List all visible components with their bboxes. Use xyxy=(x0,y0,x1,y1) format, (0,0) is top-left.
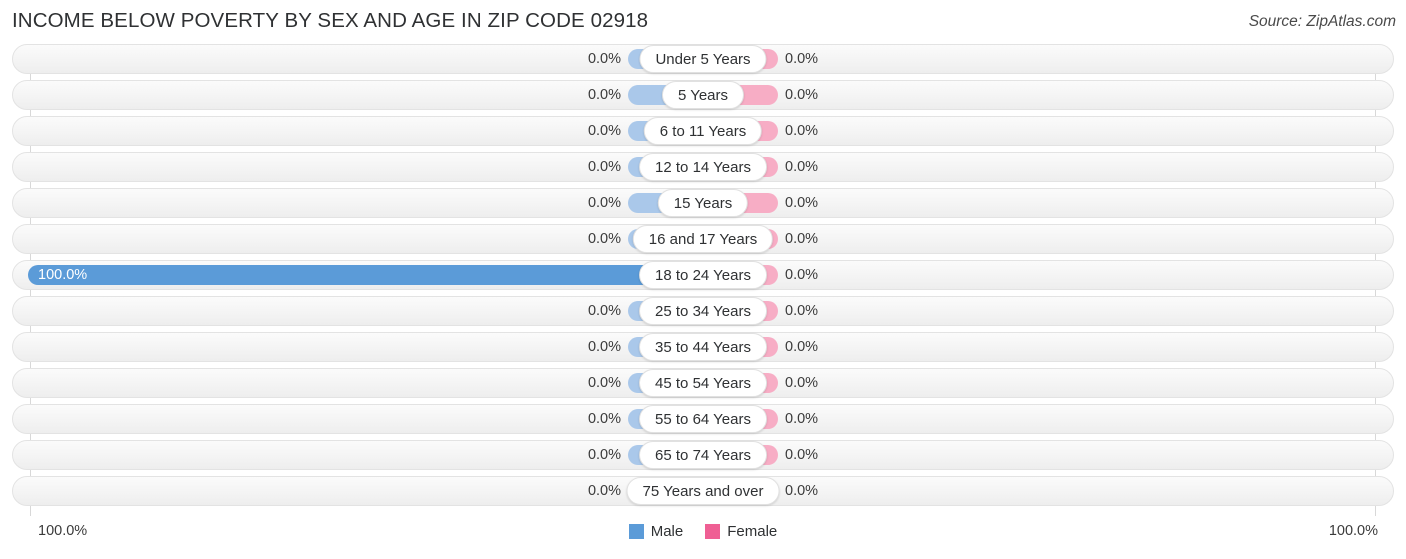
male-value-label: 0.0% xyxy=(587,375,621,391)
age-group-label: 15 Years xyxy=(657,189,749,217)
table-row: 0.0%0.0%0.0%5 Years xyxy=(0,80,1406,110)
male-value-label: 0.0% xyxy=(587,339,621,355)
table-row: 0.0%0.0%0.0%6 to 11 Years xyxy=(0,116,1406,146)
female-value-label: 0.0% xyxy=(785,267,819,283)
source-attribution: Source: ZipAtlas.com xyxy=(1248,13,1396,30)
male-value-label: 0.0% xyxy=(587,447,621,463)
table-row: 0.0%0.0%0.0%35 to 44 Years xyxy=(0,332,1406,362)
chart-legend: Male Female xyxy=(0,523,1406,540)
age-group-label: 12 to 14 Years xyxy=(639,153,767,181)
legend-swatch-icon xyxy=(705,524,721,539)
legend-item[interactable]: Female xyxy=(705,523,777,540)
table-row: 0.0%0.0%0.0%12 to 14 Years xyxy=(0,152,1406,182)
age-group-label: 25 to 34 Years xyxy=(639,297,767,325)
male-value-label: 0.0% xyxy=(587,123,621,139)
male-bar-inline-label: 100.0% xyxy=(38,267,88,283)
female-value-label: 0.0% xyxy=(785,375,819,391)
age-group-label: 16 and 17 Years xyxy=(632,225,774,253)
chart-header: INCOME BELOW POVERTY BY SEX AND AGE IN Z… xyxy=(0,0,1406,42)
table-row: 100.0%100.0%0.0%18 to 24 Years xyxy=(0,260,1406,290)
female-value-label: 0.0% xyxy=(785,123,819,139)
legend-item[interactable]: Male xyxy=(628,523,684,540)
female-value-label: 0.0% xyxy=(785,447,819,463)
age-group-label: 65 to 74 Years xyxy=(639,441,767,469)
female-value-label: 0.0% xyxy=(785,303,819,319)
legend-swatch-icon xyxy=(628,524,644,539)
age-group-label: 75 Years and over xyxy=(626,477,780,505)
legend-label: Male xyxy=(650,523,684,540)
age-group-label: 18 to 24 Years xyxy=(639,261,767,289)
age-group-label: 45 to 54 Years xyxy=(639,369,767,397)
female-value-label: 0.0% xyxy=(785,159,819,175)
female-value-label: 0.0% xyxy=(785,483,819,499)
chart-footer: 100.0% 100.0% Male Female xyxy=(0,520,1406,550)
male-value-label: 0.0% xyxy=(587,483,621,499)
chart-rows: 0.0% 0.0% 0.0% Under 5 Years 0.0% 0.0% 0.0% 5 Y… xyxy=(0,44,1406,506)
male-value-label: 0.0% xyxy=(587,195,621,211)
table-row: 0.0%0.0%0.0%55 to 64 Years xyxy=(0,404,1406,434)
table-row: 0.0%0.0%0.0%16 and 17 Years xyxy=(0,224,1406,254)
legend-label: Female xyxy=(727,523,778,540)
male-value-label: 0.0% xyxy=(587,231,621,247)
table-row: 0.0%0.0%0.0%45 to 54 Years xyxy=(0,368,1406,398)
age-group-label: 35 to 44 Years xyxy=(639,333,767,361)
male-value-label: 0.0% xyxy=(587,303,621,319)
male-bar: 100.0% xyxy=(28,265,703,285)
age-group-label: 55 to 64 Years xyxy=(639,405,767,433)
age-group-label: Under 5 Years xyxy=(639,45,767,73)
male-value-label: 0.0% xyxy=(587,411,621,427)
male-value-label: 0.0% xyxy=(587,159,621,175)
female-value-label: 0.0% xyxy=(785,87,819,103)
page-title: INCOME BELOW POVERTY BY SEX AND AGE IN Z… xyxy=(12,9,649,32)
female-value-label: 0.0% xyxy=(785,231,819,247)
female-value-label: 0.0% xyxy=(785,339,819,355)
female-value-label: 0.0% xyxy=(785,411,819,427)
table-row: 0.0%0.0%0.0%25 to 34 Years xyxy=(0,296,1406,326)
male-value-label: 0.0% xyxy=(587,87,621,103)
table-row: 0.0%0.0%0.0%75 Years and over xyxy=(0,476,1406,506)
female-value-label: 0.0% xyxy=(785,51,819,67)
chart-plot-area: 0.0% 0.0% 0.0% Under 5 Years 0.0% 0.0% 0.0% 5 Y… xyxy=(0,44,1406,516)
table-row: 0.0%0.0%0.0%Under 5 Years xyxy=(0,44,1406,74)
female-value-label: 0.0% xyxy=(785,195,819,211)
table-row: 0.0%0.0%0.0%65 to 74 Years xyxy=(0,440,1406,470)
age-group-label: 6 to 11 Years xyxy=(643,117,763,145)
age-group-label: 5 Years xyxy=(661,81,745,109)
table-row: 0.0%0.0%0.0%15 Years xyxy=(0,188,1406,218)
male-value-label: 0.0% xyxy=(587,51,621,67)
